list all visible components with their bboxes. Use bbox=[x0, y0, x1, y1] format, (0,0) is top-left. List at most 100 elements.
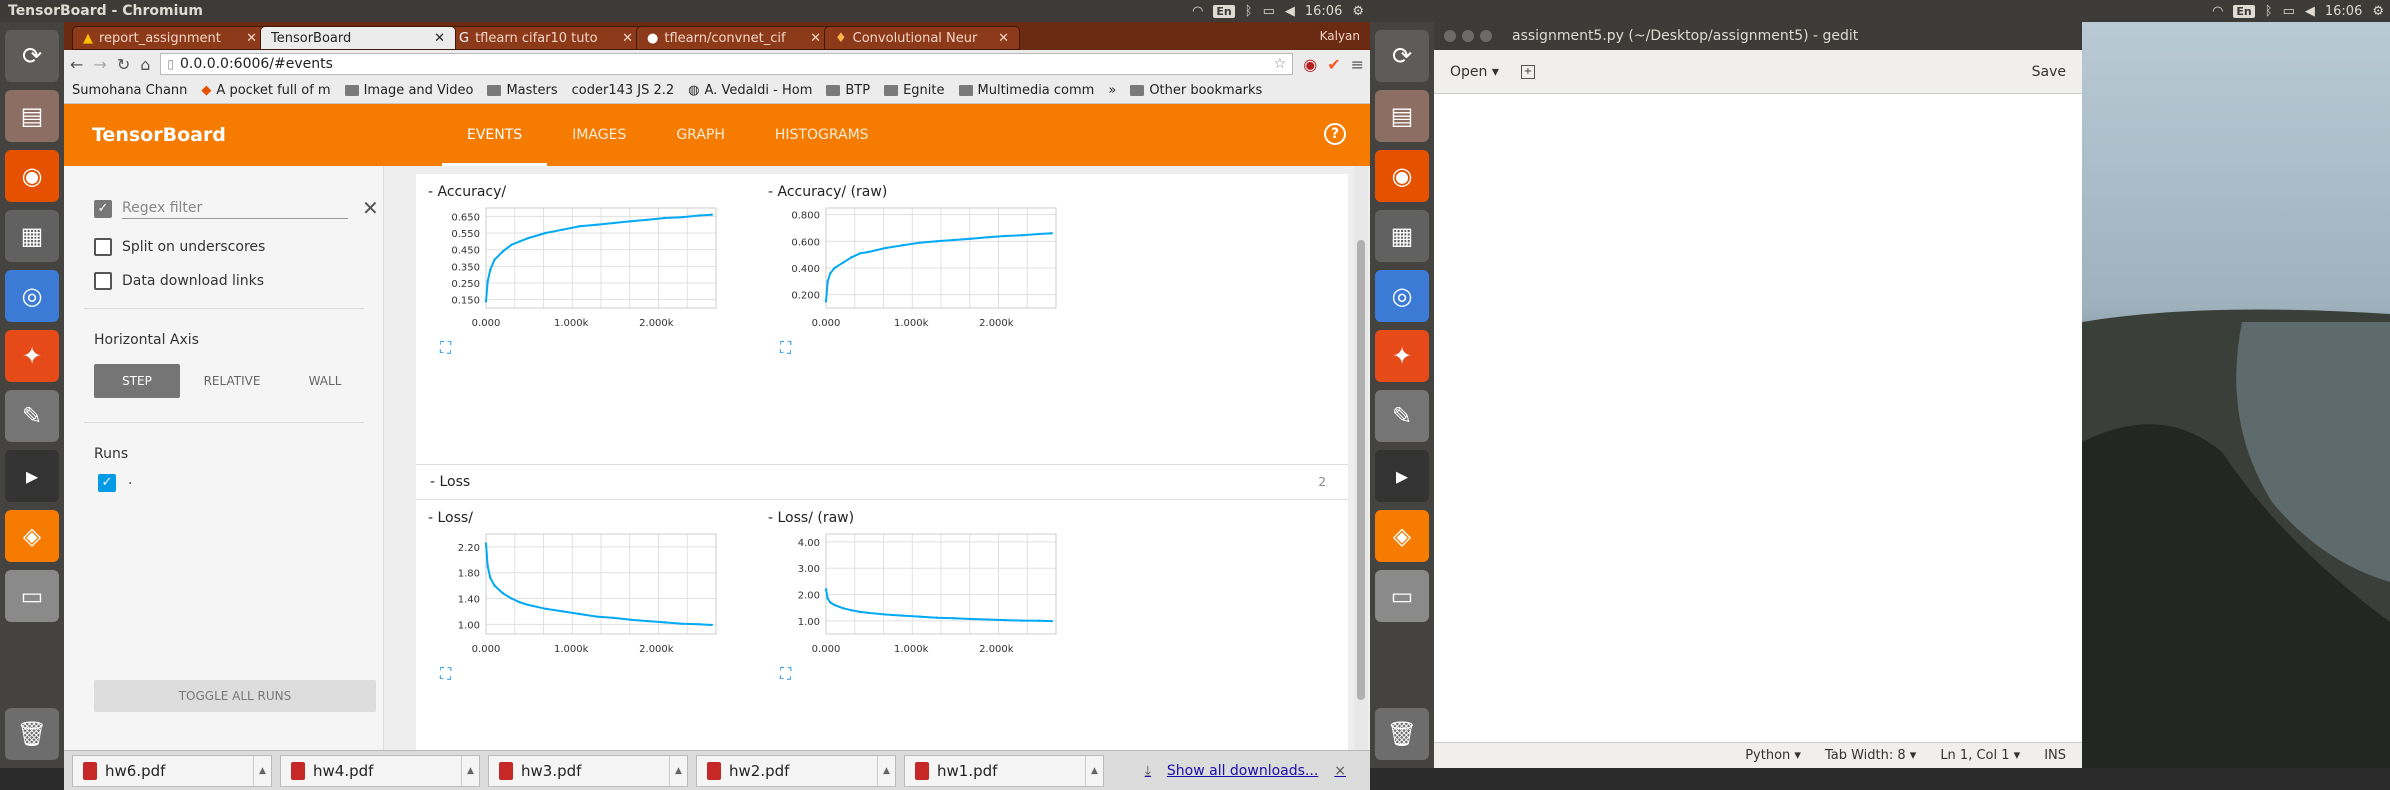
close-icon[interactable]: × bbox=[1334, 763, 1346, 779]
close-icon[interactable]: ✕ bbox=[246, 31, 257, 46]
chevron-down-icon[interactable]: ▲ bbox=[253, 755, 271, 786]
tensorboard-brand[interactable]: TensorBoard bbox=[92, 124, 226, 146]
battery-icon[interactable]: ▭ bbox=[1263, 4, 1275, 19]
forward-icon[interactable]: → bbox=[93, 55, 106, 74]
tab-histograms[interactable]: HISTOGRAMS bbox=[750, 104, 894, 166]
keyboard-indicator[interactable]: En bbox=[1213, 4, 1235, 18]
close-icon[interactable]: ✕ bbox=[998, 31, 1009, 46]
back-icon[interactable]: ← bbox=[70, 55, 83, 74]
pdf-reader-icon[interactable]: ◈ bbox=[5, 510, 59, 562]
address-bar[interactable]: ▯ 0.0.0.0:6006/#events ☆ bbox=[160, 53, 1294, 75]
chevron-down-icon[interactable]: ▲ bbox=[1085, 755, 1103, 786]
battery-icon[interactable]: ▭ bbox=[2283, 4, 2295, 19]
clock[interactable]: 16:06 bbox=[1305, 4, 1342, 19]
bookmark-folder[interactable]: Egnite bbox=[884, 83, 945, 98]
toggle-all-runs-button[interactable]: TOGGLE ALL RUNS bbox=[94, 680, 376, 712]
bookmark-item[interactable]: ◍ A. Vedaldi - Hom bbox=[688, 83, 812, 98]
tab-graph[interactable]: GRAPH bbox=[651, 104, 750, 166]
maximize-icon[interactable] bbox=[1480, 30, 1492, 42]
other-bookmarks[interactable]: Other bookmarks bbox=[1130, 83, 1262, 98]
browser-tab[interactable]: ♦ Convolutional Neur ✕ bbox=[824, 26, 1020, 50]
browser-tab[interactable]: ● tflearn/convnet_cif ✕ bbox=[636, 26, 832, 50]
expand-icon[interactable]: ⛶ bbox=[440, 338, 451, 358]
pdf-reader-icon[interactable]: ◈ bbox=[1375, 510, 1429, 562]
gear-icon[interactable]: ⚙ bbox=[1352, 4, 1364, 19]
browser-tab-active[interactable]: TensorBoard ✕ bbox=[260, 26, 456, 50]
chevron-down-icon[interactable]: ▲ bbox=[877, 755, 895, 786]
editor-area[interactable] bbox=[1434, 94, 2082, 742]
firefox-icon[interactable]: ◉ bbox=[5, 150, 59, 202]
tab-images[interactable]: IMAGES bbox=[547, 104, 651, 166]
ubuntu-icon[interactable]: ⟳ bbox=[5, 30, 59, 82]
browser-tab[interactable]: Gtflearn cifar10 tuto ✕ bbox=[448, 26, 644, 50]
close-icon[interactable]: ✕ bbox=[810, 31, 821, 46]
profile-name[interactable]: Kalyan bbox=[1320, 29, 1360, 43]
files-icon[interactable]: ▤ bbox=[5, 90, 59, 142]
regex-checkbox[interactable]: ✓ bbox=[94, 200, 112, 218]
download-item[interactable]: hw6.pdf ▲ bbox=[72, 754, 272, 787]
split-checkbox[interactable] bbox=[94, 238, 112, 256]
download-checkbox[interactable] bbox=[94, 272, 112, 290]
save-button[interactable]: Save bbox=[2032, 64, 2066, 80]
settings-icon[interactable]: ✦ bbox=[1375, 330, 1429, 382]
text-editor-icon[interactable]: ✎ bbox=[1375, 390, 1429, 442]
show-all-link[interactable]: Show all downloads... bbox=[1167, 763, 1318, 779]
menu-icon[interactable]: ≡ bbox=[1351, 55, 1364, 74]
bookmarks-overflow[interactable]: » bbox=[1108, 83, 1116, 98]
bluetooth-icon[interactable]: ᛒ bbox=[1245, 4, 1253, 19]
download-item[interactable]: hw2.pdf ▲ bbox=[696, 754, 896, 787]
trash-icon[interactable]: 🗑 bbox=[1375, 708, 1429, 760]
calculator-icon[interactable]: ▦ bbox=[5, 210, 59, 262]
close-icon[interactable]: ✕ bbox=[362, 196, 379, 220]
drive-icon[interactable]: ▭ bbox=[5, 570, 59, 622]
trash-icon[interactable]: 🗑 bbox=[5, 708, 59, 760]
expand-icon[interactable]: ⛶ bbox=[440, 664, 451, 684]
star-icon[interactable]: ☆ bbox=[1274, 56, 1287, 72]
regex-filter-input[interactable]: Regex filter bbox=[122, 200, 348, 219]
show-all-downloads[interactable]: ⤓ Show all downloads... × bbox=[1145, 763, 1346, 779]
url-text[interactable]: 0.0.0.0:6006/#events bbox=[180, 56, 333, 72]
volume-icon[interactable]: ◀ bbox=[2305, 4, 2315, 19]
chromium-icon[interactable]: ◎ bbox=[5, 270, 59, 322]
loss-section-header[interactable]: - Loss 2 bbox=[416, 464, 1348, 500]
close-icon[interactable]: ✕ bbox=[622, 31, 633, 46]
firefox-icon[interactable]: ◉ bbox=[1375, 150, 1429, 202]
terminal-icon[interactable]: ▸ bbox=[1375, 450, 1429, 502]
accuracy-chart[interactable]: 0.150 0.250 0.350 0.450 0.550 0.650 0.000 1.000… bbox=[426, 204, 756, 334]
terminal-icon[interactable]: ▸ bbox=[5, 450, 59, 502]
gear-icon[interactable]: ⚙ bbox=[2372, 4, 2384, 19]
tab-width-selector[interactable]: Tab Width: 8 ▾ bbox=[1825, 748, 1916, 763]
help-icon[interactable]: ? bbox=[1324, 123, 1346, 145]
axis-wall-button[interactable]: WALL bbox=[280, 364, 370, 398]
open-button[interactable]: Open ▾ bbox=[1450, 64, 1499, 80]
wifi-icon[interactable]: ◠ bbox=[1192, 4, 1203, 19]
download-item[interactable]: hw3.pdf ▲ bbox=[488, 754, 688, 787]
bookmark-folder[interactable]: Image and Video bbox=[344, 83, 473, 98]
run-checkbox[interactable]: ✓ bbox=[98, 474, 116, 492]
close-icon[interactable]: ✕ bbox=[434, 31, 445, 46]
drive-icon[interactable]: ▭ bbox=[1375, 570, 1429, 622]
keyboard-indicator[interactable]: En bbox=[2233, 4, 2255, 18]
text-editor-icon[interactable]: ✎ bbox=[5, 390, 59, 442]
language-selector[interactable]: Python ▾ bbox=[1745, 748, 1801, 763]
axis-step-button[interactable]: STEP bbox=[94, 364, 180, 398]
clock[interactable]: 16:06 bbox=[2325, 4, 2362, 19]
home-icon[interactable]: ⌂ bbox=[140, 55, 150, 74]
download-item[interactable]: hw4.pdf ▲ bbox=[280, 754, 480, 787]
extension-check-icon[interactable]: ✔ bbox=[1327, 55, 1340, 74]
cursor-position[interactable]: Ln 1, Col 1 ▾ bbox=[1940, 748, 2020, 763]
bookmark-folder[interactable]: Multimedia comm bbox=[958, 83, 1094, 98]
loss-chart[interactable]: 1.00 1.40 1.80 2.20 0.000 1.000k 2.000k bbox=[426, 530, 756, 660]
expand-icon[interactable]: ⛶ bbox=[780, 664, 791, 684]
new-tab-icon[interactable]: + bbox=[1520, 64, 1535, 79]
reload-icon[interactable]: ↻ bbox=[117, 55, 130, 74]
loss-raw-chart[interactable]: 1.00 2.00 3.00 4.00 0.000 1.000k 2.000k bbox=[766, 530, 1096, 660]
calculator-icon[interactable]: ▦ bbox=[1375, 210, 1429, 262]
close-icon[interactable] bbox=[1444, 30, 1456, 42]
axis-relative-button[interactable]: RELATIVE bbox=[184, 364, 280, 398]
chromium-icon[interactable]: ◎ bbox=[1375, 270, 1429, 322]
ubuntu-icon[interactable]: ⟳ bbox=[1375, 30, 1429, 82]
chevron-down-icon[interactable]: ▲ bbox=[669, 755, 687, 786]
bluetooth-icon[interactable]: ᛒ bbox=[2265, 4, 2273, 19]
bookmark-folder[interactable]: Masters bbox=[487, 83, 558, 98]
